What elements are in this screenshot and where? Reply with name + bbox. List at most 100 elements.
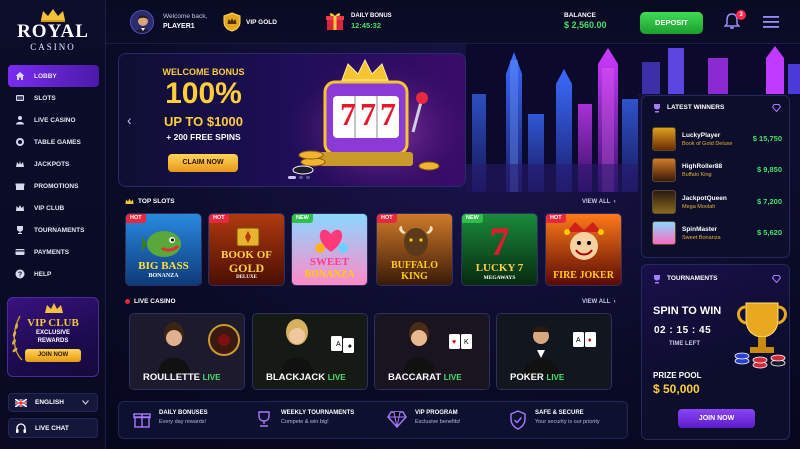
feature-safe-secure[interactable]: SAFE & SECURE Your security is our priori… (509, 410, 600, 430)
slot-tile-buffalo-king[interactable]: HOT BUFFALO KING (376, 213, 453, 286)
sidebar-item-label: PROMOTIONS (34, 182, 79, 190)
winner-row[interactable]: HighRoller88 Buffalo King $ 9,850 (652, 158, 782, 182)
welcome-text: Welcome back, (163, 13, 208, 20)
top-slots-view-all[interactable]: VIEW ALL › (582, 199, 616, 205)
joker-icon (564, 222, 604, 260)
live-tile-baccarat[interactable]: ♥ K BACCARAT LIVE (374, 313, 490, 390)
slot-tile-lucky-7[interactable]: 7 NEW LUCKY 7 MEGAWAYS (461, 213, 538, 286)
claim-now-button[interactable]: CLAIM NOW (168, 154, 238, 172)
sidebar-item-table-games[interactable]: TABLE GAMES (8, 131, 99, 153)
live-casino-view-all[interactable]: VIEW ALL › (582, 299, 616, 305)
live-indicator: LIVE (546, 373, 565, 382)
avatar[interactable] (130, 10, 154, 34)
feature-weekly-tournaments[interactable]: WEEKLY TOURNAMENTS Compete & win big! (255, 410, 354, 428)
vip-join-button[interactable]: JOIN NOW (25, 349, 81, 362)
casino-app: ROYAL CASINO LOBBY SLOTS LIVE CASINO TAB… (0, 0, 800, 449)
winner-game: Book of Gold Deluxe (682, 140, 733, 147)
winner-row[interactable]: JackpotQueen Mega Moolah $ 7,200 (652, 190, 782, 214)
carousel-dots[interactable] (288, 176, 310, 179)
winner-row[interactable]: SpinMaster Sweet Bonanza $ 5,620 (652, 221, 782, 245)
sidebar-item-lobby[interactable]: LOBBY (8, 65, 99, 87)
sidebar-item-payments[interactable]: PAYMENTS (8, 241, 99, 263)
fish-icon (142, 231, 181, 257)
live-game-name: ROULLETTE (143, 372, 200, 383)
slot-subtitle: MEGAWAYS (483, 275, 516, 281)
sidebar-item-label: TABLE GAMES (34, 138, 81, 146)
deposit-button[interactable]: DEPOSIT (640, 12, 703, 34)
logo[interactable]: ROYAL CASINO (0, 8, 106, 52)
language-selector[interactable]: ENGLISH (8, 393, 98, 412)
slot-tile-fire-joker[interactable]: HOT FIRE JOKER (545, 213, 622, 286)
slot-subtitle: KING (401, 271, 428, 282)
candy-icon (315, 229, 348, 253)
sidebar-item-help[interactable]: ? HELP (8, 263, 99, 285)
slot-tile-sweet-bonanza[interactable]: NEW SWEET BONANZA (291, 213, 368, 286)
daily-bonus[interactable]: DAILY BONUS 12:45:32 (325, 11, 392, 31)
tournament-join-button[interactable]: JOIN NOW (678, 409, 755, 428)
live-tile-poker[interactable]: A ♦ POKER LIVE (496, 313, 612, 390)
slot-title: SWEET (309, 256, 350, 268)
sidebar-item-label: HELP (34, 270, 52, 278)
slot-title: BOOK OF (220, 249, 273, 261)
trophy-icon (258, 411, 270, 427)
live-tile-blackjack[interactable]: A ♠ BLACKJACK LIVE (252, 313, 368, 390)
slot-title: BIG BASS (138, 260, 189, 272)
live-casino-title: LIVE CASINO (134, 298, 176, 305)
new-tag: NEW (292, 214, 313, 223)
game-thumbnail (652, 221, 676, 245)
slot-tile-book-of-gold[interactable]: HOT BOOK OF GOLD DELUXE (208, 213, 285, 286)
view-all-label: VIEW ALL (582, 299, 611, 305)
winner-row[interactable]: LuckyPlayer Book of Gold Deluxe $ 15,750 (652, 127, 782, 151)
tournaments-panel: TOURNAMENTS SPIN TO WIN 02 : 15 : 45 TIM… (641, 264, 790, 440)
hot-tag: HOT (209, 214, 229, 223)
slot-subtitle: BONANZA (148, 273, 179, 279)
live-tile-roulette[interactable]: ROULLETTE LIVE (129, 313, 245, 390)
sidebar-item-jackpots[interactable]: JACKPOTS (8, 153, 99, 175)
balance-label: BALANCE (564, 12, 596, 19)
slot-reels-text: 777 (340, 96, 400, 132)
sidebar-item-live-casino[interactable]: LIVE CASINO (8, 109, 99, 131)
uk-flag-icon (15, 398, 27, 407)
live-chat-button[interactable]: LIVE CHAT (8, 418, 98, 438)
sidebar-item-slots[interactable]: SLOTS (8, 87, 99, 109)
winner-amount: $ 9,850 (756, 165, 782, 174)
sidebar-item-tournaments[interactable]: TOURNAMENTS (8, 219, 99, 241)
language-label: ENGLISH (35, 399, 64, 406)
live-game-name: BLACKJACK (266, 372, 326, 383)
balance-value: $ 2,560.00 (564, 20, 607, 30)
slot-tile-big-bass[interactable]: HOT BIG BASS BONANZA (125, 213, 202, 286)
buffalo-icon (399, 226, 433, 256)
sidebar-nav: LOBBY SLOTS LIVE CASINO TABLE GAMES JACK… (8, 65, 99, 285)
trophy-image (734, 302, 787, 369)
hero-free-spins: + 200 FREE SPINS (166, 132, 241, 142)
svg-text:♦: ♦ (588, 337, 592, 344)
tournament-heading: SPIN TO WIN (653, 305, 722, 317)
vip-club-card: VIP CLUB EXCLUSIVE REWARDS JOIN NOW (7, 297, 99, 377)
trophy-icon (654, 275, 660, 284)
gift-icon (326, 13, 344, 30)
hamburger-menu-icon[interactable] (763, 16, 779, 28)
vip-level-badge[interactable]: VIP GOLD (223, 12, 277, 32)
hot-tag: HOT (546, 214, 566, 223)
diamond-icon (772, 275, 781, 283)
live-indicator: LIVE (327, 373, 346, 382)
city-skyline-image (466, 44, 638, 192)
live-game-name: BACCARAT (388, 372, 442, 383)
winner-game: Buffalo King (682, 171, 712, 178)
hot-tag: HOT (126, 214, 146, 223)
feature-vip-program[interactable]: VIP PROGRAM Exclusive benefits! (387, 410, 461, 428)
sidebar-item-label: PAYMENTS (34, 248, 70, 256)
feature-title: VIP PROGRAM (415, 410, 458, 416)
welcome-bonus-banner[interactable]: 777 WELCOME BONUS 100% UP TO $1000 + 200… (118, 53, 466, 187)
sidebar-item-promotions[interactable]: PROMOTIONS (8, 175, 99, 197)
top-slots-title: TOP SLOTS (138, 198, 175, 205)
svg-text:A: A (576, 337, 581, 344)
carousel-prev-icon[interactable]: ‹ (127, 112, 132, 128)
sidebar-item-vip-club[interactable]: VIP CLUB (8, 197, 99, 219)
live-game-name: POKER (510, 372, 544, 383)
live-dot-icon (125, 299, 130, 304)
game-thumbnail (652, 158, 676, 182)
promotions-icon (15, 183, 25, 190)
sidebar-item-label: LOBBY (34, 72, 57, 80)
feature-daily-bonuses[interactable]: DAILY BONUSES Every day rewards! (133, 410, 208, 428)
